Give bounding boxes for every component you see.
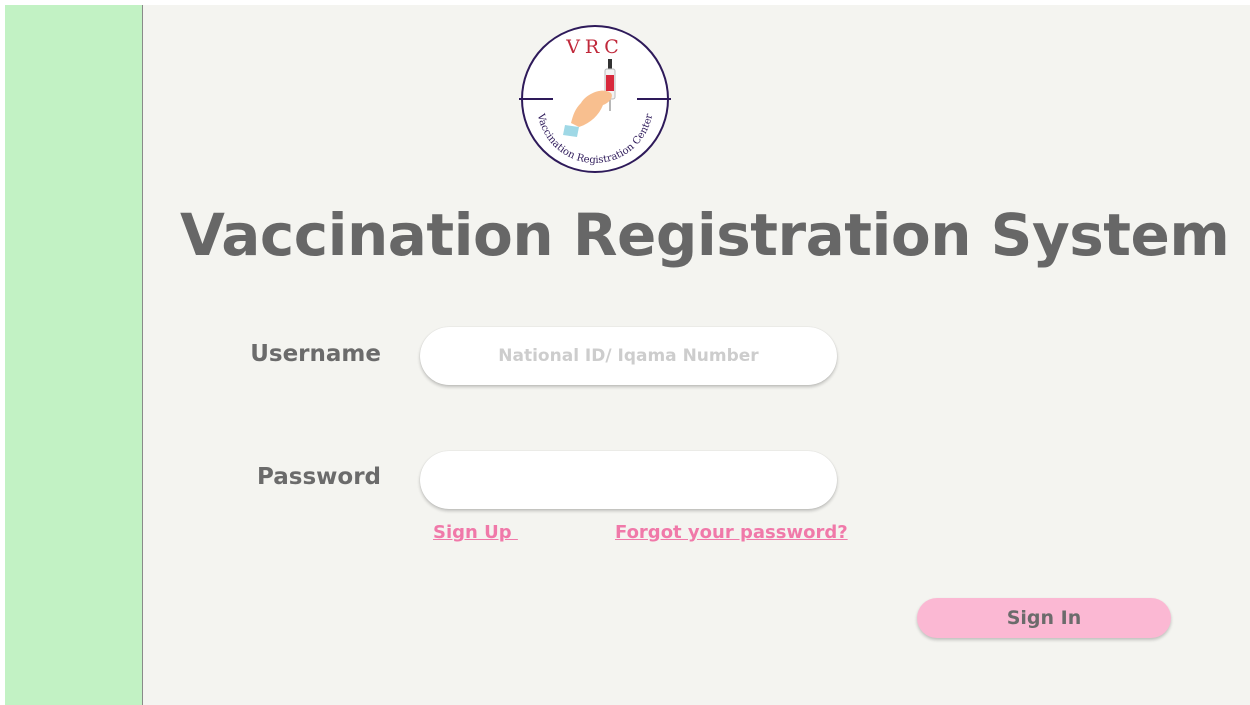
password-input[interactable]: [420, 451, 837, 509]
forgot-password-link[interactable]: Forgot your password?: [615, 522, 848, 543]
username-input[interactable]: [420, 327, 837, 385]
password-label: Password: [257, 464, 381, 490]
sidebar: [5, 5, 143, 705]
username-label: Username: [250, 341, 381, 367]
sign-up-link[interactable]: Sign Up: [433, 522, 518, 543]
page-title: Vaccination Registration System: [180, 201, 1230, 269]
app-window: VRC Vaccination Registration Center Vacc…: [5, 5, 1250, 705]
logo-initials: VRC: [565, 36, 624, 58]
sign-in-button[interactable]: Sign In: [917, 598, 1171, 638]
vrc-logo: VRC Vaccination Registration Center: [519, 25, 671, 173]
